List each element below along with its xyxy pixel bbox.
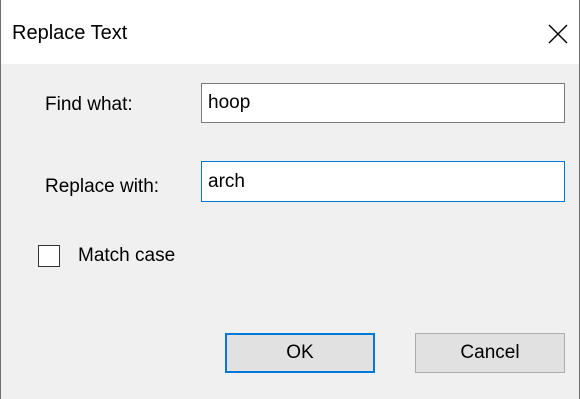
ok-button[interactable]: OK xyxy=(225,333,375,373)
replace-with-input[interactable] xyxy=(201,161,565,202)
replace-text-dialog: Replace Text Find what: Replace with: Ma… xyxy=(0,0,580,399)
close-button[interactable] xyxy=(535,14,579,54)
dialog-title: Replace Text xyxy=(12,22,128,44)
match-case-label: Match case xyxy=(78,245,176,266)
match-case-checkbox-box[interactable] xyxy=(38,245,60,267)
dialog-body: Find what: Replace with: Match case OK C… xyxy=(1,64,579,399)
cancel-button[interactable]: Cancel xyxy=(415,333,565,373)
find-what-input[interactable] xyxy=(201,83,565,123)
close-icon xyxy=(548,24,568,44)
title-bar[interactable]: Replace Text xyxy=(1,0,579,64)
find-what-label: Find what: xyxy=(45,94,133,115)
replace-with-label: Replace with: xyxy=(45,176,160,197)
